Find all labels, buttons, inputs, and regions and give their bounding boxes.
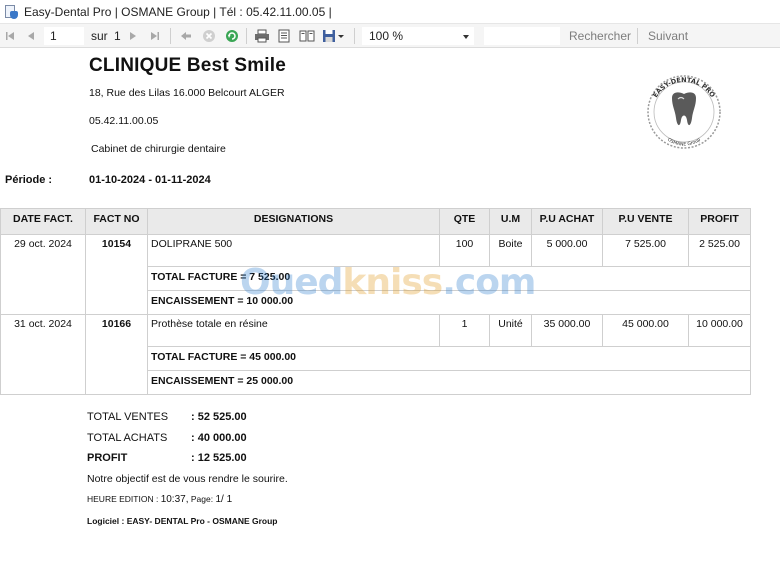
total-sales-label: TOTAL VENTES <box>87 411 169 423</box>
toolbar-separator <box>170 28 171 44</box>
page-value: 1/ 1 <box>215 494 233 505</box>
app-icon <box>4 4 18 19</box>
invoice-date: 29 oct. 2024 <box>0 234 86 315</box>
profit: 2 525.00 <box>688 234 751 267</box>
edition-label: HEURE EDITION : <box>87 494 159 504</box>
quantity: 1 <box>439 314 490 347</box>
easy-dental-logo-icon: EASY-DENTAL PRO OSMANE Group <box>647 75 721 149</box>
clinic-specialty: Cabinet de chirurgie dentaire <box>91 143 226 155</box>
column-header: U.M <box>489 208 532 235</box>
purchase-price: 35 000.00 <box>531 314 603 347</box>
report-toolbar: 1 sur 1 100 % Rechercher Suivant <box>0 24 780 48</box>
layout-icon[interactable] <box>298 24 316 48</box>
invoice-total: TOTAL FACTURE = 7 525.00 <box>147 266 751 291</box>
invoice-table: DATE FACT. FACT NO DESIGNATIONS QTE U.M … <box>0 208 751 395</box>
edition-time: 10:37, <box>160 494 189 505</box>
unit: Boite <box>489 234 532 267</box>
page-of-label: sur <box>91 29 108 43</box>
toolbar-separator <box>246 28 247 44</box>
back-arrow-icon[interactable] <box>178 24 194 48</box>
period-value: 01-10-2024 - 01-11-2024 <box>89 174 211 186</box>
toolbar-separator <box>637 28 638 44</box>
invoice-number: 10154 <box>85 234 148 315</box>
purchase-price: 5 000.00 <box>531 234 603 267</box>
sale-price: 45 000.00 <box>602 314 689 347</box>
invoice-payment: ENCAISSEMENT = 10 000.00 <box>147 290 751 315</box>
page-label: Page: <box>190 494 214 504</box>
total-profit-value: : 12 525.00 <box>191 452 247 464</box>
zoom-value: 100 % <box>369 29 404 43</box>
edition-info: HEURE EDITION : 10:37, Page: 1/ 1 <box>87 494 232 505</box>
refresh-icon[interactable] <box>224 24 240 48</box>
column-header: P.U ACHAT <box>531 208 603 235</box>
page-number-input[interactable]: 1 <box>44 27 84 45</box>
print-icon[interactable] <box>253 24 271 48</box>
export-save-icon[interactable] <box>321 24 347 48</box>
designation: DOLIPRANE 500 <box>147 234 440 267</box>
column-header: DESIGNATIONS <box>147 208 440 235</box>
invoice-number: 10166 <box>85 314 148 395</box>
quantity: 100 <box>439 234 490 267</box>
table-row: 29 oct. 2024 10154 DOLIPRANE 500 100 Boi… <box>0 234 751 315</box>
unit: Unité <box>489 314 532 347</box>
invoice-date: 31 oct. 2024 <box>0 314 86 395</box>
invoice-total: TOTAL FACTURE = 45 000.00 <box>147 346 751 371</box>
search-button[interactable]: Rechercher <box>569 24 631 48</box>
clinic-name: CLINIQUE Best Smile <box>89 55 287 76</box>
next-page-icon[interactable] <box>126 24 140 48</box>
first-page-icon[interactable] <box>3 24 17 48</box>
software-info: Logiciel : EASY- DENTAL Pro - OSMANE Gro… <box>87 516 278 526</box>
period-label: Période : <box>5 174 53 186</box>
previous-page-icon[interactable] <box>24 24 38 48</box>
software-label: Logiciel : <box>87 516 125 526</box>
column-header: FACT NO <box>85 208 148 235</box>
chevron-down-icon <box>463 35 469 39</box>
clinic-address: 18, Rue des Lilas 16.000 Belcourt ALGER <box>89 87 285 99</box>
sale-price: 7 525.00 <box>602 234 689 267</box>
last-page-icon[interactable] <box>148 24 162 48</box>
window-titlebar: Easy-Dental Pro | OSMANE Group | Tél : 0… <box>0 0 780 24</box>
designation: Prothèse totale en résine <box>147 314 440 347</box>
profit: 10 000.00 <box>688 314 751 347</box>
column-header: P.U VENTE <box>602 208 689 235</box>
slogan: Notre objectif est de vous rendre le sou… <box>87 473 288 485</box>
software-value: EASY- DENTAL Pro - OSMANE Group <box>126 516 278 526</box>
total-profit-label: PROFIT <box>87 452 128 464</box>
next-button[interactable]: Suivant <box>648 24 688 48</box>
search-input[interactable] <box>484 27 560 45</box>
page-setup-icon[interactable] <box>276 24 292 48</box>
stop-icon[interactable] <box>201 24 217 48</box>
total-purchases-label: TOTAL ACHATS <box>87 432 168 444</box>
column-header: QTE <box>439 208 490 235</box>
total-purchases-value: : 40 000.00 <box>191 432 247 444</box>
invoice-payment: ENCAISSEMENT = 25 000.00 <box>147 370 751 395</box>
total-sales-value: : 52 525.00 <box>191 411 247 423</box>
column-header: PROFIT <box>688 208 751 235</box>
table-header-row: DATE FACT. FACT NO DESIGNATIONS QTE U.M … <box>0 208 751 235</box>
page-total: 1 <box>114 29 121 43</box>
column-header: DATE FACT. <box>0 208 86 235</box>
table-row: 31 oct. 2024 10166 Prothèse totale en ré… <box>0 314 751 395</box>
zoom-select[interactable]: 100 % <box>362 27 474 45</box>
window-title: Easy-Dental Pro | OSMANE Group | Tél : 0… <box>24 4 332 19</box>
toolbar-separator <box>354 28 355 44</box>
clinic-phone: 05.42.11.00.05 <box>89 115 159 127</box>
